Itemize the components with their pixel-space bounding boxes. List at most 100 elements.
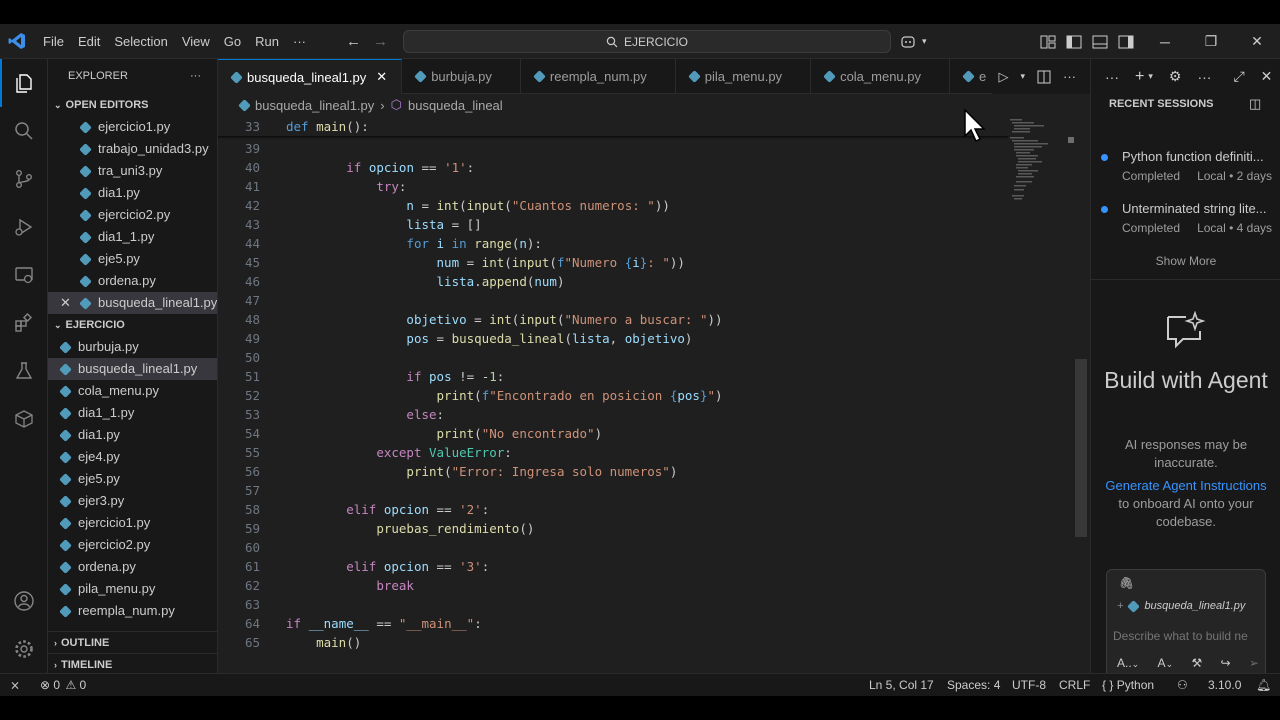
toggle-panel-icon[interactable] <box>1092 35 1108 49</box>
agent-mode-picker[interactable]: A..⌄ <box>1117 656 1139 670</box>
open-editor-item[interactable]: dia1.py <box>48 182 217 204</box>
editor-tab[interactable]: pila_menu.py <box>676 59 812 94</box>
open-editor-item[interactable]: ejercicio2.py <box>48 204 217 226</box>
chat-input-box[interactable]: 🖇 + busqueda_lineal1.py A..⌄ A⌄ ⚒ ↪ ➢ <box>1106 569 1266 682</box>
toggle-secondary-sidebar-icon[interactable] <box>1118 35 1134 49</box>
breadcrumb-file[interactable]: busqueda_lineal1.py <box>255 98 374 113</box>
vertical-scrollbar[interactable] <box>1075 359 1087 537</box>
explorer-file-item[interactable]: pila_menu.py <box>48 578 217 600</box>
language-mode[interactable]: { } Python <box>1102 674 1154 696</box>
explorer-icon[interactable] <box>0 59 48 107</box>
more-actions-icon[interactable]: ··· <box>1105 69 1119 85</box>
account-icon[interactable] <box>0 577 48 625</box>
split-editor-icon[interactable] <box>1037 70 1051 84</box>
explorer-file-item[interactable]: burbuja.py <box>48 336 217 358</box>
problems-indicator[interactable]: ⊗ 0 ⚠ 0 <box>40 674 86 696</box>
encoding[interactable]: UTF-8 <box>1012 674 1046 696</box>
open-editor-item[interactable]: ejercicio1.py <box>48 116 217 138</box>
open-editors-header[interactable]: ⌄ OPEN EDITORS <box>48 94 217 116</box>
chat-prompt-input[interactable] <box>1113 626 1261 646</box>
editor-tab[interactable]: busqueda_lineal1.py ✕ <box>218 59 403 94</box>
open-editor-item[interactable]: ordena.py <box>48 270 217 292</box>
model-picker[interactable]: A⌄ <box>1158 656 1174 670</box>
command-center-search[interactable]: EJERCICIO <box>403 30 891 53</box>
outline-header[interactable]: › OUTLINE <box>48 631 217 653</box>
explorer-file-item[interactable]: ejer3.py <box>48 490 217 512</box>
folder-header[interactable]: ⌄ EJERCICIO <box>48 314 217 336</box>
editor-tab[interactable]: e <box>950 59 986 94</box>
more-actions-icon[interactable]: ··· <box>1197 69 1211 85</box>
new-chat-icon[interactable]: + <box>1135 68 1144 86</box>
menu-item[interactable]: Edit <box>71 24 107 59</box>
run-debug-icon[interactable] <box>0 203 48 251</box>
open-editor-item[interactable]: ✕ busqueda_lineal1.py <box>48 292 217 314</box>
cursor-position[interactable]: Ln 5, Col 17 <box>869 674 934 696</box>
settings-gear-icon[interactable] <box>0 625 48 673</box>
open-editor-item[interactable]: trabajo_unidad3.py <box>48 138 217 160</box>
source-control-icon[interactable] <box>0 155 48 203</box>
timeline-header[interactable]: › TIMELINE <box>48 653 217 673</box>
breadcrumb-symbol[interactable]: busqueda_lineal <box>408 98 503 113</box>
back-arrow-icon[interactable]: ← <box>346 33 361 50</box>
forward-arrow-icon[interactable]: → <box>373 33 388 50</box>
python-version[interactable]: 3.10.0 <box>1208 674 1241 696</box>
close-editor-icon[interactable]: ✕ <box>60 292 71 314</box>
explorer-file-item[interactable]: ordena.py <box>48 556 217 578</box>
explorer-file-item[interactable]: dia1.py <box>48 424 217 446</box>
delegate-icon[interactable]: ↪ <box>1221 656 1231 670</box>
explorer-file-item[interactable]: busqueda_lineal1.py <box>48 358 217 380</box>
layout-customize-icon[interactable] <box>1040 35 1056 49</box>
menu-item[interactable]: View <box>175 24 217 59</box>
explorer-file-item[interactable]: ejercicio2.py <box>48 534 217 556</box>
minimize-icon[interactable]: ─ <box>1142 24 1188 59</box>
chevron-down-icon[interactable]: ▾ <box>1148 71 1153 82</box>
menu-item[interactable]: Selection <box>107 24 174 59</box>
more-actions-icon[interactable]: ··· <box>1063 69 1076 84</box>
open-editor-item[interactable]: tra_uni3.py <box>48 160 217 182</box>
close-icon[interactable]: ✕ <box>1261 68 1273 85</box>
explorer-file-item[interactable]: eje5.py <box>48 468 217 490</box>
restore-icon[interactable]: ❐ <box>1188 24 1234 59</box>
context-attachment[interactable]: + busqueda_lineal1.py <box>1117 599 1245 613</box>
python-env-icon[interactable]: ⚇ <box>1177 674 1188 696</box>
explorer-file-item[interactable]: reempla_num.py <box>48 600 217 622</box>
menu-item[interactable]: Go <box>217 24 248 59</box>
editor-tab[interactable]: cola_menu.py <box>811 59 951 94</box>
close-window-icon[interactable]: ✕ <box>1234 24 1280 59</box>
show-more-link[interactable]: Show More <box>1091 254 1280 268</box>
maximize-icon[interactable]: ⤢ <box>1233 68 1244 85</box>
send-icon[interactable]: ➢ <box>1249 656 1259 670</box>
line-ending[interactable]: CRLF <box>1059 674 1090 696</box>
explorer-file-item[interactable]: eje4.py <box>48 446 217 468</box>
menu-item[interactable]: Run <box>248 24 286 59</box>
generate-instructions-link[interactable]: Generate Agent Instructions <box>1105 478 1266 493</box>
indentation[interactable]: Spaces: 4 <box>947 674 1000 696</box>
tools-icon[interactable]: ⚒ <box>1191 656 1202 670</box>
add-context-icon[interactable]: + <box>1117 600 1123 612</box>
toggle-sessions-icon[interactable]: ◫ <box>1249 96 1261 112</box>
run-python-file-icon[interactable]: ▷ <box>998 69 1008 85</box>
close-tab-icon[interactable]: ✕ <box>376 69 387 85</box>
extensions-icon[interactable] <box>0 299 48 347</box>
explorer-file-item[interactable]: cola_menu.py <box>48 380 217 402</box>
minimap[interactable] <box>1008 117 1076 217</box>
explorer-file-item[interactable]: ejercicio1.py <box>48 512 217 534</box>
open-editor-item[interactable]: eje5.py <box>48 248 217 270</box>
gear-icon[interactable]: ⚙ <box>1169 68 1182 85</box>
editor-tab[interactable]: reempla_num.py <box>521 59 676 94</box>
code-editor[interactable]: 33 def main(): 39 40 if opcion == '1': 41 tr… <box>218 117 1008 673</box>
remote-explorer-icon[interactable] <box>0 251 48 299</box>
toggle-primary-sidebar-icon[interactable] <box>1066 35 1082 49</box>
menu-item[interactable]: File <box>36 24 71 59</box>
search-activity-icon[interactable] <box>0 107 48 155</box>
menu-item[interactable]: ··· <box>286 24 313 59</box>
more-actions-icon[interactable]: ··· <box>190 59 201 94</box>
copilot-toggle[interactable]: ▾ <box>900 24 927 59</box>
chevron-down-icon[interactable]: ▾ <box>1020 71 1025 82</box>
notifications-bell-icon[interactable]: 🔔︎ <box>1256 674 1271 696</box>
open-editor-item[interactable]: dia1_1.py <box>48 226 217 248</box>
remote-indicator-icon[interactable]: ⨯ <box>10 674 20 696</box>
attach-icon[interactable]: 🖇 <box>1119 576 1134 590</box>
explorer-file-item[interactable]: dia1_1.py <box>48 402 217 424</box>
containers-icon[interactable] <box>0 395 48 443</box>
